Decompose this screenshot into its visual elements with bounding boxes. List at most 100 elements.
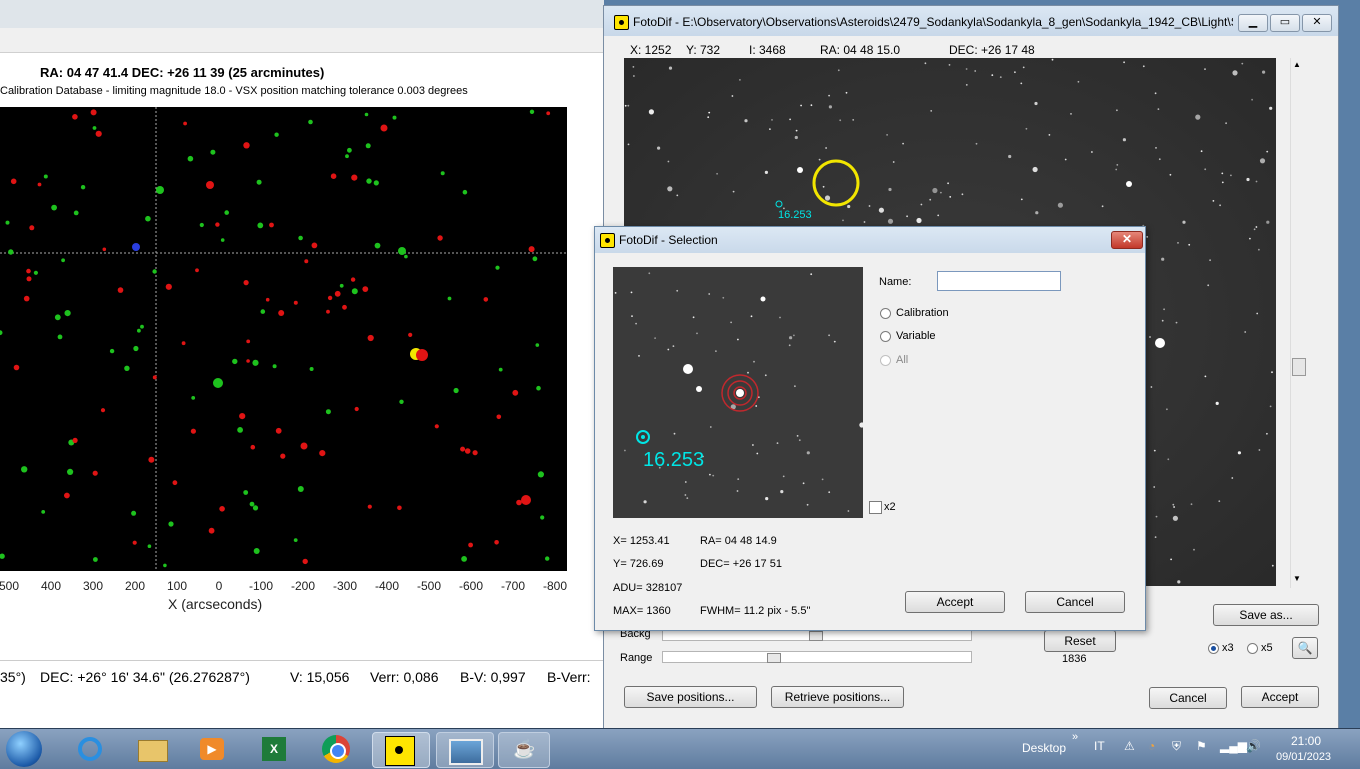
chart-star-dot	[380, 124, 388, 132]
range-slider-thumb[interactable]	[767, 653, 781, 663]
chart-star-dot	[521, 495, 531, 505]
chart-star-dot	[512, 389, 519, 396]
close-button[interactable]: ✕	[1302, 14, 1332, 32]
zoom-x5-radio[interactable]	[1247, 643, 1258, 654]
signal-icon[interactable]: ▂▄▆	[1220, 739, 1247, 753]
field-star	[1269, 106, 1273, 110]
file-explorer-icon[interactable]	[130, 732, 174, 766]
selection-titlebar[interactable]: FotoDif - Selection ✕	[595, 227, 1145, 253]
x-tick-label: -800	[542, 579, 568, 593]
field-star	[920, 203, 923, 206]
fotodif-icon[interactable]	[372, 732, 430, 768]
sel-x-value: X= 1253.41	[613, 535, 670, 547]
chrome-icon[interactable]	[314, 732, 358, 766]
chart-star-dot	[117, 287, 124, 293]
maximize-button[interactable]: ▭	[1270, 14, 1300, 32]
field-star	[825, 147, 827, 149]
fotodif-titlebar[interactable]: FotoDif - E:\Observatory\Observations\As…	[604, 6, 1338, 36]
chart-star-dot	[100, 408, 106, 413]
selection-preview[interactable]: 16.253	[613, 267, 863, 518]
zoom-x3-radio[interactable]	[1208, 643, 1219, 654]
field-star	[1204, 168, 1207, 171]
save-positions-button[interactable]: Save positions...	[624, 686, 757, 708]
left-window-titlebar	[0, 0, 604, 29]
magnifier-button[interactable]: 🔍	[1292, 637, 1318, 659]
info-v: V: 15,056	[290, 669, 350, 685]
selection-cancel-button[interactable]: Cancel	[1025, 591, 1125, 613]
shield-icon[interactable]: ⛨	[1172, 739, 1181, 754]
field-star	[771, 119, 773, 121]
wifi-icon[interactable]: ◔	[1148, 739, 1155, 753]
field-star	[1153, 486, 1156, 488]
chart-star-dot	[342, 304, 347, 310]
field-star	[668, 66, 673, 70]
field-star	[1032, 166, 1038, 173]
chart-star-dot	[354, 406, 359, 412]
chart-star-dot	[311, 242, 318, 249]
desktop-toolbar-label[interactable]: Desktop	[1022, 741, 1066, 755]
field-star	[1172, 515, 1178, 521]
chart-star-dot	[219, 506, 225, 512]
field-star	[1149, 336, 1151, 338]
flag-icon[interactable]: ⚑	[1196, 739, 1207, 753]
field-star	[1253, 228, 1256, 231]
field-star	[1172, 503, 1175, 506]
windows-start-icon[interactable]	[6, 731, 42, 767]
clock-time[interactable]: 21:00	[1291, 734, 1321, 748]
main-cancel-button[interactable]: Cancel	[1149, 687, 1227, 709]
x-tick-label: 400	[40, 579, 62, 593]
save-as-button[interactable]: Save as...	[1213, 604, 1319, 626]
chart-star-dot	[37, 182, 42, 187]
image-scrollbar[interactable]: ▲ ▼	[1290, 58, 1307, 588]
main-accept-button[interactable]: Accept	[1241, 686, 1319, 708]
cursor-intensity: I: 3468	[749, 43, 786, 57]
network-warning-icon[interactable]: ⚠	[1124, 739, 1135, 753]
field-star	[673, 432, 676, 435]
excel-icon[interactable]: X	[252, 732, 296, 766]
language-indicator[interactable]: IT	[1094, 739, 1105, 753]
field-star	[1212, 200, 1215, 202]
volume-icon[interactable]: 🔊	[1246, 739, 1261, 753]
field-star	[667, 348, 670, 351]
photo-viewer-icon[interactable]	[436, 732, 494, 768]
selection-accept-button[interactable]: Accept	[905, 591, 1005, 613]
info-ra-tail: 35°)	[0, 669, 26, 685]
name-input[interactable]	[937, 271, 1061, 291]
field-star	[793, 334, 795, 337]
chart-star-dot	[51, 204, 57, 211]
field-star	[667, 160, 670, 163]
taskbar: ▶ X ☕ Desktop » IT ⚠ ◔ ⛨ ⚑ ▂▄▆ 🔊 21:00 0…	[0, 728, 1360, 769]
field-star	[1177, 580, 1181, 584]
reset-button[interactable]: Reset	[1044, 630, 1116, 652]
clock-date[interactable]: 09/01/2023	[1276, 751, 1331, 763]
field-star	[1154, 92, 1157, 95]
chart-star-dot	[327, 295, 333, 301]
field-star	[1204, 68, 1206, 70]
star-chart-plot[interactable]	[0, 107, 567, 571]
field-star	[1064, 158, 1067, 161]
minimize-button[interactable]: ▁	[1238, 14, 1268, 32]
selection-close-button[interactable]: ✕	[1111, 231, 1143, 249]
toolbar-expand-icon[interactable]: »	[1072, 731, 1078, 743]
internet-explorer-icon[interactable]	[68, 732, 112, 766]
chart-star-dot	[72, 114, 78, 120]
chart-star-dot	[440, 171, 445, 176]
scroll-thumb[interactable]	[1292, 358, 1306, 376]
chart-star-dot	[145, 215, 151, 222]
range-slider[interactable]	[662, 651, 972, 663]
chart-star-dot	[232, 358, 238, 365]
java-icon[interactable]: ☕	[498, 732, 550, 768]
chart-star-dot	[132, 243, 140, 251]
chart-star-dot	[532, 256, 538, 262]
field-star	[1218, 500, 1221, 503]
media-player-icon[interactable]: ▶	[190, 732, 234, 766]
calibration-radio[interactable]	[880, 308, 891, 319]
variable-radio[interactable]	[880, 331, 891, 342]
backg-slider-thumb[interactable]	[809, 631, 823, 641]
retrieve-positions-button[interactable]: Retrieve positions...	[771, 686, 904, 708]
field-star	[1025, 127, 1028, 130]
chart-star-dot	[447, 296, 452, 301]
x2-checkbox[interactable]	[869, 501, 882, 514]
scroll-up-icon[interactable]: ▲	[1293, 60, 1301, 69]
scroll-down-icon[interactable]: ▼	[1293, 574, 1301, 583]
